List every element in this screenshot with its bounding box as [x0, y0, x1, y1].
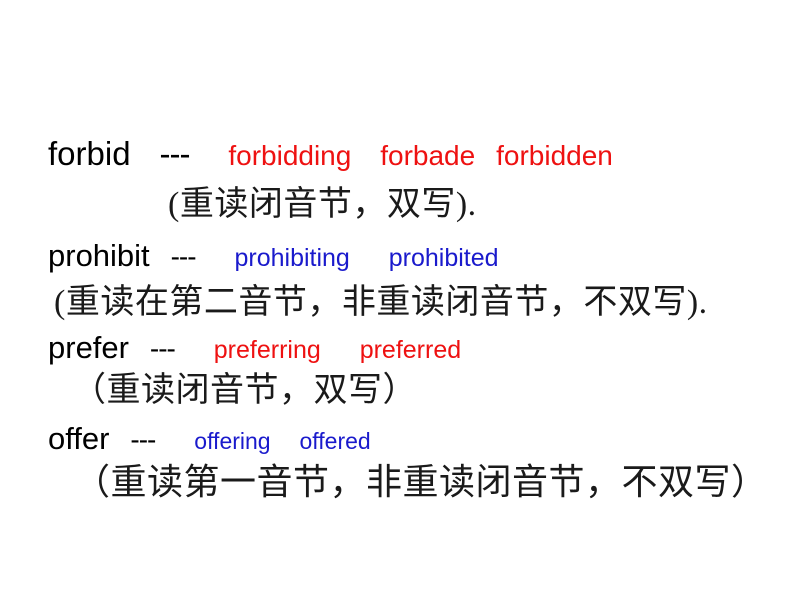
verb-entry-forbid-line: forbid --- forbidding forbade forbidden — [48, 137, 613, 170]
verb-separator-prefer: --- — [149, 333, 176, 364]
slide-canvas: forbid --- forbidding forbade forbidden … — [0, 0, 800, 600]
verb-form-prefer-0: preferring — [213, 336, 321, 364]
verb-entry-prohibit-line: prohibit --- prohibiting prohibited — [48, 240, 499, 271]
verb-label-offer: offer — [48, 421, 110, 456]
verb-label-prohibit: prohibit — [48, 238, 150, 273]
verb-form-forbid-2: forbidden — [496, 140, 613, 171]
verb-form-prohibit-0: prohibiting — [234, 244, 350, 272]
verb-form-forbid-0: forbidding — [228, 140, 352, 171]
verb-separator-prohibit: --- — [170, 241, 197, 272]
verb-label-forbid: forbid — [48, 135, 131, 172]
verb-form-offer-1: offered — [299, 428, 371, 454]
verb-form-forbid-1: forbade — [380, 140, 476, 171]
verb-form-offer-0: offering — [194, 428, 271, 454]
verb-note-forbid: (重读闭音节，双写). — [168, 186, 477, 223]
verb-note-prefer: （重读闭音节，双写） — [72, 372, 417, 409]
verb-entry-offer-line: offer --- offering offered — [48, 423, 371, 454]
verb-separator-forbid: --- — [159, 135, 190, 172]
verb-note-prohibit: (重读在第二音节，非重读闭音节，不双写). — [54, 284, 708, 321]
verb-form-prohibit-1: prohibited — [388, 244, 499, 272]
verb-entry-prefer-line: prefer --- preferring preferred — [48, 332, 461, 363]
verb-label-prefer: prefer — [48, 330, 129, 365]
verb-form-prefer-1: preferred — [359, 336, 462, 364]
verb-note-offer: （重读第一音节，非重读闭音节，不双写） — [74, 462, 768, 502]
verb-separator-offer: --- — [130, 424, 156, 455]
